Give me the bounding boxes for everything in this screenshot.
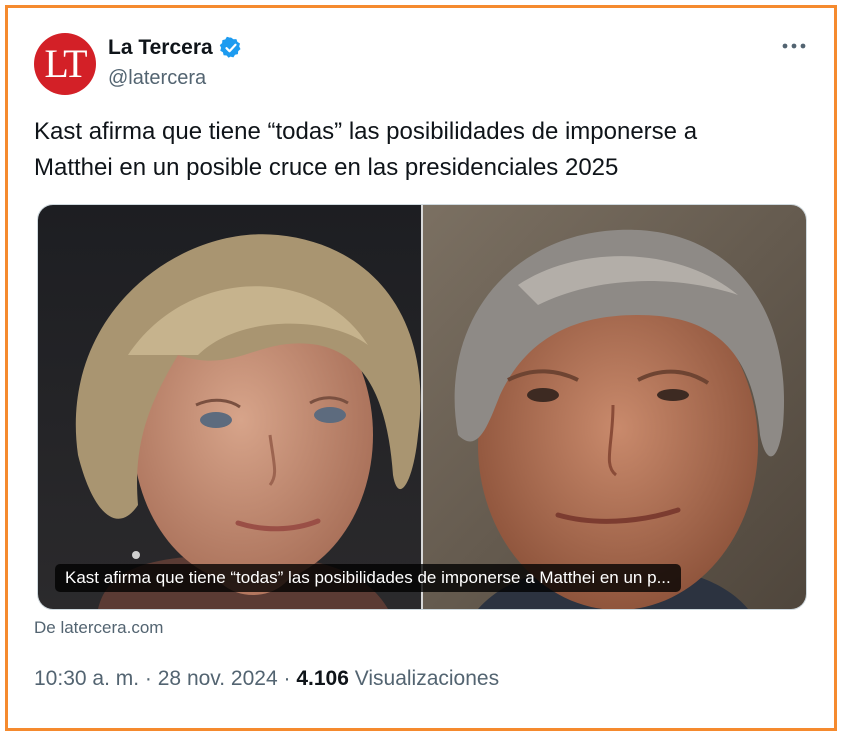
account-name[interactable]: La Tercera xyxy=(108,36,213,60)
avatar[interactable]: LT xyxy=(34,33,96,95)
tweet-text: Kast afirma que tiene “todas” las posibi… xyxy=(34,114,804,186)
tweet-meta: 10:30 a. m. · 28 nov. 2024 · 4.106 Visua… xyxy=(34,667,499,691)
link-card[interactable]: Kast afirma que tiene “todas” las posibi… xyxy=(37,204,807,610)
meta-separator: · xyxy=(283,667,291,690)
more-options-icon[interactable] xyxy=(780,36,808,56)
account-handle[interactable]: @latercera xyxy=(108,67,206,90)
views-label: Visualizaciones xyxy=(354,667,500,690)
card-photo xyxy=(38,205,806,609)
tweet-text-line: Matthei en un posible cruce en las presi… xyxy=(34,154,619,181)
meta-separator: · xyxy=(144,667,152,690)
card-caption: Kast afirma que tiene “todas” las posibi… xyxy=(55,564,681,592)
verified-badge-icon[interactable] xyxy=(219,36,243,60)
right-photo-man xyxy=(423,205,806,609)
views-count: 4.106 xyxy=(296,667,349,690)
account-name-row: La Tercera xyxy=(108,36,243,60)
tweet-time[interactable]: 10:30 a. m. xyxy=(34,667,139,690)
avatar-logo-text: LT xyxy=(44,41,87,86)
tweet-date[interactable]: 28 nov. 2024 xyxy=(158,667,278,690)
card-source-link[interactable]: De latercera.com xyxy=(34,618,163,638)
left-photo-woman xyxy=(38,205,421,609)
tweet-text-line: Kast afirma que tiene “todas” las posibi… xyxy=(34,118,698,145)
